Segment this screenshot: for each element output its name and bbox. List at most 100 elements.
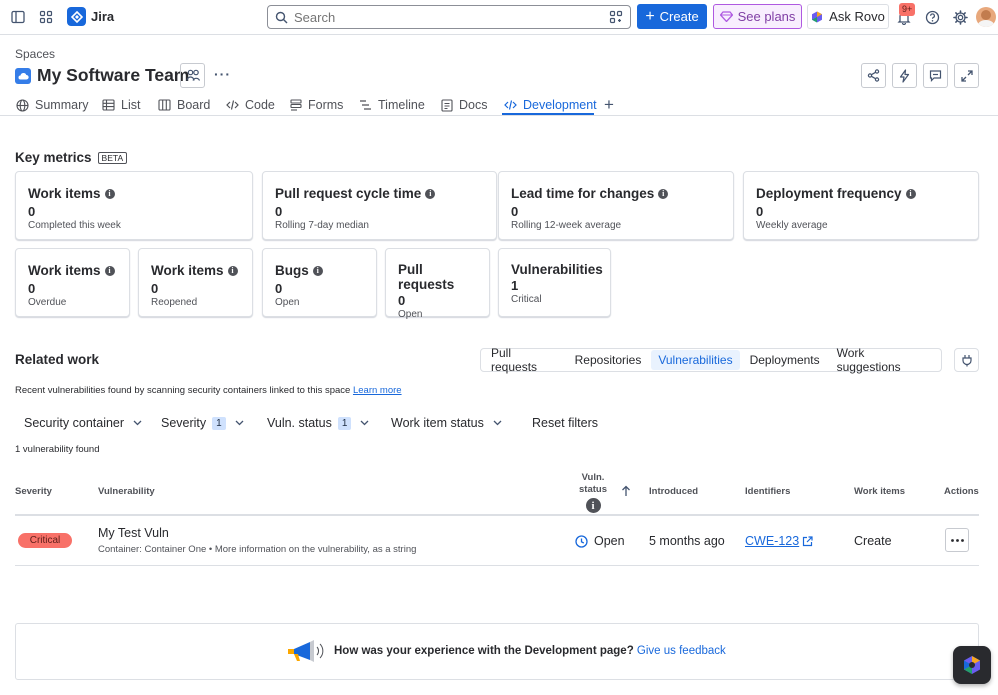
info-icon[interactable]: i [312, 265, 323, 276]
identifier-link[interactable]: CWE-123 [745, 534, 813, 548]
metric-value: 0 [151, 281, 159, 296]
key-metrics-title: Key metrics [15, 150, 92, 165]
tab-deployments[interactable]: Deployments [743, 350, 827, 370]
metric-subtitle: Rolling 7-day median [275, 220, 369, 231]
help-icon[interactable] [920, 5, 944, 29]
vuln-status-filter[interactable]: Vuln. status 1 [267, 414, 369, 432]
learn-more-link[interactable]: Learn more [353, 385, 402, 396]
timeline-icon [360, 100, 371, 110]
sidebar-toggle-icon[interactable] [6, 5, 30, 29]
top-navigation: Jira + Create See plans Ask Rovo 9+ [0, 0, 998, 35]
tab-summary[interactable]: Summary [16, 95, 88, 115]
row-actions-button[interactable] [945, 528, 969, 552]
metric-card-completed[interactable]: Work items i 0 Completed this week [15, 171, 253, 240]
people-icon [185, 69, 200, 82]
automation-button[interactable] [892, 63, 917, 88]
app-switcher-icon[interactable] [34, 5, 58, 29]
search-field[interactable] [267, 5, 631, 29]
vulnerabilities-description: Recent vulnerabilities found by scanning… [15, 385, 402, 396]
metric-card-lead-time[interactable]: Lead time for changes i 0 Rolling 12-week… [498, 171, 734, 240]
reset-filters-button[interactable]: Reset filters [532, 414, 598, 432]
tab-development-label: Development [523, 98, 597, 112]
team-members-button[interactable] [180, 63, 205, 88]
more-actions-button[interactable]: ··· [214, 66, 231, 82]
tab-board[interactable]: Board [158, 95, 210, 115]
severity-filter[interactable]: Severity 1 [161, 414, 244, 432]
tab-list[interactable]: List [102, 95, 140, 115]
add-tab-button[interactable]: + [604, 95, 614, 115]
ask-rovo-label: Ask Rovo [829, 9, 885, 24]
filter-count-badge: 1 [337, 416, 352, 430]
column-header-identifiers[interactable]: Identifiers [745, 486, 790, 497]
jira-home-link[interactable]: Jira [67, 7, 114, 26]
tab-timeline[interactable]: Timeline [359, 95, 425, 115]
vulnerability-name[interactable]: My Test Vuln [98, 526, 169, 540]
info-icon[interactable]: i [658, 188, 669, 199]
notification-count-badge: 9+ [899, 3, 916, 16]
give-feedback-link[interactable]: Give us feedback [637, 645, 726, 657]
space-title-row: My Software Team [15, 65, 189, 86]
tab-vulnerabilities[interactable]: Vulnerabilities [651, 350, 740, 370]
see-plans-button[interactable]: See plans [713, 4, 802, 29]
key-metrics-heading-row: Key metrics BETA [15, 150, 128, 165]
tab-forms[interactable]: Forms [290, 95, 343, 115]
metric-subtitle: Weekly average [756, 220, 828, 231]
tab-code[interactable]: Code [226, 95, 275, 115]
column-header-vuln-status[interactable]: Vuln. status i [578, 472, 608, 513]
filter-options-icon[interactable] [609, 10, 623, 24]
table-row-divider [15, 565, 979, 566]
search-input[interactable] [294, 9, 594, 25]
ask-rovo-button[interactable]: Ask Rovo [807, 4, 889, 29]
metric-title: Lead time for changes [511, 186, 655, 201]
column-header-introduced[interactable]: Introduced [649, 486, 698, 497]
tab-code-label: Code [245, 98, 275, 112]
rovo-chat-button[interactable] [953, 646, 991, 684]
share-button[interactable] [861, 63, 886, 88]
work-item-status-filter[interactable]: Work item status [391, 414, 502, 432]
column-header-severity[interactable]: Severity [15, 486, 52, 497]
filter-label: Security container [24, 416, 125, 430]
user-avatar[interactable] [976, 7, 996, 27]
metric-value: 0 [511, 204, 519, 219]
connect-tool-button[interactable] [954, 348, 979, 372]
column-header-work-items[interactable]: Work items [854, 486, 905, 497]
info-icon[interactable]: i [585, 498, 601, 513]
vulnerability-details: Container: Container One • More informat… [98, 544, 417, 555]
info-icon[interactable]: i [104, 265, 115, 276]
globe-icon [16, 98, 29, 112]
metric-card-bugs[interactable]: Bugs i 0 Open [262, 248, 377, 317]
tab-development[interactable]: Development [504, 95, 597, 115]
security-container-filter[interactable]: Security container [24, 414, 142, 432]
metric-card-overdue[interactable]: Work items i 0 Overdue [15, 248, 130, 317]
info-icon[interactable]: i [425, 188, 436, 199]
metric-value: 0 [275, 281, 283, 296]
header-line: status [579, 484, 607, 495]
tab-docs[interactable]: Docs [441, 95, 487, 115]
vuln-status-cell: Open [575, 534, 625, 548]
create-work-item-button[interactable]: Create [854, 534, 892, 548]
metric-title: Work items [151, 263, 224, 278]
identifier-text[interactable]: CWE-123 [745, 534, 799, 548]
info-icon[interactable]: i [905, 188, 916, 199]
tab-repositories[interactable]: Repositories [568, 350, 649, 370]
feedback-text: How was your experience with the Develop… [334, 645, 726, 657]
settings-gear-icon[interactable] [948, 5, 972, 29]
metric-card-vulnerabilities[interactable]: Vulnerabilities 1 Critical [498, 248, 611, 317]
metric-card-deployment-frequency[interactable]: Deployment frequency i 0 Weekly average [743, 171, 979, 240]
metric-card-reopened[interactable]: Work items i 0 Reopened [138, 248, 253, 317]
metric-card-pr-cycle-time[interactable]: Pull request cycle time i 0 Rolling 7-day… [262, 171, 497, 240]
create-button[interactable]: + Create [637, 4, 707, 29]
info-icon[interactable]: i [104, 188, 115, 199]
tab-work-suggestions[interactable]: Work suggestions [830, 343, 935, 377]
column-header-vulnerability[interactable]: Vulnerability [98, 486, 155, 497]
external-link-icon [803, 535, 813, 546]
feedback-banner: How was your experience with the Develop… [15, 623, 979, 680]
info-icon[interactable]: i [227, 265, 238, 276]
tab-pull-requests[interactable]: Pull requests [484, 343, 565, 377]
metric-card-pull-requests[interactable]: Pull requests 0 Open [385, 248, 490, 320]
sort-ascending-icon[interactable] [621, 485, 631, 497]
breadcrumb[interactable]: Spaces [15, 47, 55, 61]
board-icon [158, 99, 171, 111]
feedback-comment-button[interactable] [923, 63, 948, 88]
fullscreen-button[interactable] [954, 63, 979, 88]
